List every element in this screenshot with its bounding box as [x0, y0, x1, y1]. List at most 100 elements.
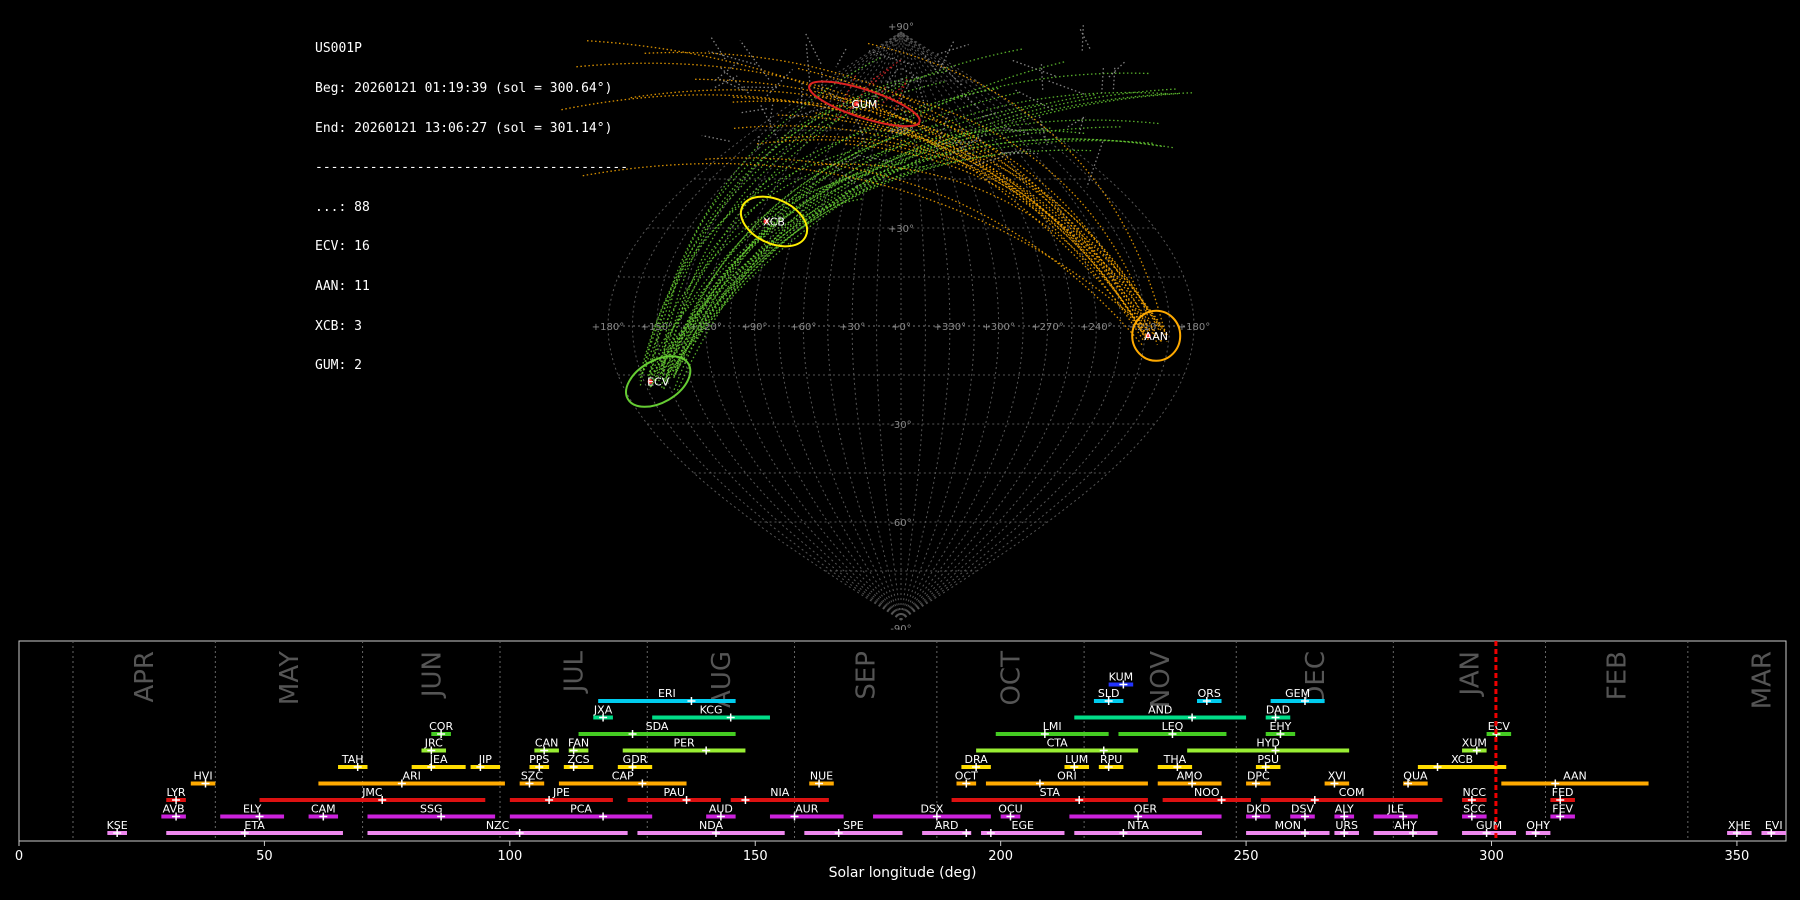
- shower-label-ncc: NCC: [1463, 786, 1487, 799]
- shower-timeline-chart: APR MAY JUN JUL AUG SEP OCT NOV DEC JAN FEB MARKUME…: [15, 640, 1787, 881]
- shower-label-ely: ELY: [243, 803, 262, 816]
- month-label: JUN: [417, 651, 447, 699]
- shower-label-fev: FEV: [1552, 803, 1573, 816]
- shower-label-sld: SLD: [1098, 687, 1120, 700]
- shower-label-ori: ORI: [1057, 770, 1077, 783]
- shower-label-xhe: XHE: [1728, 819, 1751, 832]
- month-label: MAY: [275, 651, 305, 705]
- x-tick-label: 150: [743, 849, 768, 864]
- x-tick-label: 0: [15, 849, 23, 864]
- shower-label-ohy: OHY: [1526, 819, 1550, 832]
- shower-label-noo: NOO: [1194, 786, 1220, 799]
- shower-label-eri: ERI: [658, 687, 676, 700]
- x-tick-label: 350: [1725, 849, 1750, 864]
- shower-label-ssg: SSG: [420, 803, 443, 816]
- shower-label-aur: AUR: [795, 803, 819, 816]
- count-gum: GUM: 2: [315, 358, 362, 374]
- shower-label-aan: AAN: [1563, 770, 1587, 783]
- shower-label-oer: OER: [1134, 803, 1158, 816]
- shower-label-jmc: JMC: [361, 786, 383, 799]
- shower-label-oct: OCT: [955, 770, 978, 783]
- shower-label-szc: SZC: [521, 770, 544, 783]
- shower-label-eta: ETA: [244, 819, 265, 832]
- shower-label-mon: MON: [1275, 819, 1301, 832]
- shower-label-com: COM: [1339, 786, 1365, 799]
- shower-label-sda: SDA: [646, 720, 669, 733]
- shower-label-jpe: JPE: [552, 786, 570, 799]
- shower-label-psu: PSU: [1257, 753, 1279, 766]
- shower-label-sta: STA: [1040, 786, 1061, 799]
- shower-label-tha: THA: [1163, 753, 1187, 766]
- shower-label-nia: NIA: [770, 786, 789, 799]
- shower-label-per: PER: [673, 737, 695, 750]
- shower-label-fan: FAN: [568, 737, 589, 750]
- shower-label-ard: ARD: [935, 819, 959, 832]
- end-time: End: 20260121 13:06:27 (sol = 301.14°): [315, 120, 613, 136]
- shower-label-gum: GUM: [1476, 819, 1502, 832]
- shower-label-ehy: EHY: [1269, 720, 1291, 733]
- shower-label-ari: ARI: [402, 770, 420, 783]
- shower-label-hyd: HYD: [1256, 737, 1279, 750]
- shower-label-amo: AMO: [1177, 770, 1203, 783]
- shower-label-pau: PAU: [664, 786, 686, 799]
- month-label: APR: [130, 651, 160, 703]
- shower-label-ecv: ECV: [1488, 720, 1511, 733]
- shower-label-dsv: DSV: [1291, 803, 1314, 816]
- shower-label-lum: LUM: [1065, 753, 1088, 766]
- shower-label-rpu: RPU: [1100, 753, 1122, 766]
- shower-label-and: AND: [1148, 704, 1172, 717]
- shower-label-zcs: ZCS: [567, 753, 589, 766]
- shower-label-tah: TAH: [341, 753, 364, 766]
- shower-label-nzc: NZC: [486, 819, 510, 832]
- shower-label-jxa: JXA: [593, 704, 613, 717]
- shower-label-aud: AUD: [709, 803, 733, 816]
- shower-label-dra: DRA: [965, 753, 989, 766]
- shower-label-dsx: DSX: [920, 803, 943, 816]
- shower-label-urs: URS: [1335, 819, 1358, 832]
- month-label: JAN: [1455, 651, 1485, 697]
- count-ecv: ECV: 16: [315, 239, 370, 255]
- shower-label-dpc: DPC: [1247, 770, 1270, 783]
- count-sporadic: ...: 88: [315, 199, 370, 215]
- shower-label-lyr: LYR: [167, 786, 186, 799]
- shower-label-cor: COR: [429, 720, 453, 733]
- x-tick-label: 100: [497, 849, 522, 864]
- x-tick-label: 300: [1479, 849, 1504, 864]
- shower-label-nda: NDA: [699, 819, 724, 832]
- shower-label-xcb: XCB: [1451, 753, 1473, 766]
- shower-label-nue: NUE: [810, 770, 833, 783]
- shower-label-jip: JIP: [478, 753, 492, 766]
- month-label: MAR: [1747, 651, 1777, 709]
- shower-label-pca: PCA: [570, 803, 592, 816]
- x-tick-label: 50: [256, 849, 273, 864]
- shower-label-spe: SPE: [843, 819, 864, 832]
- month-label: SEP: [852, 651, 882, 700]
- shower-label-ors: ORS: [1198, 687, 1221, 700]
- shower-label-aly: ALY: [1335, 803, 1354, 816]
- shower-label-xum: XUM: [1462, 737, 1487, 750]
- shower-label-lmi: LMI: [1043, 720, 1062, 733]
- shower-label-cap: CAP: [612, 770, 634, 783]
- shower-label-scc: SCC: [1463, 803, 1486, 816]
- shower-label-evi: EVI: [1765, 819, 1783, 832]
- shower-label-ocu: OCU: [998, 803, 1022, 816]
- shower-label-kum: KUM: [1109, 671, 1133, 684]
- count-xcb: XCB: 3: [315, 318, 362, 334]
- month-label: FEB: [1603, 651, 1633, 700]
- month-label: JUL: [560, 650, 590, 694]
- shower-label-hvi: HVI: [194, 770, 213, 783]
- shower-label-dkd: DKD: [1246, 803, 1270, 816]
- shower-label-jrc: JRC: [424, 737, 443, 750]
- month-label: OCT: [996, 651, 1026, 706]
- shower-label-gdr: GDR: [623, 753, 648, 766]
- stats-divider: ----------------------------------------: [315, 160, 629, 176]
- shower-label-cta: CTA: [1047, 737, 1069, 750]
- shower-label-dad: DAD: [1266, 704, 1290, 717]
- shower-label-jea: JEA: [429, 753, 448, 766]
- shower-label-jle: JLE: [1387, 803, 1404, 816]
- begin-time: Beg: 20260121 01:19:39 (sol = 300.64°): [315, 81, 613, 97]
- station-stats: US001P Beg: 20260121 01:19:39 (sol = 300…: [315, 16, 628, 386]
- x-axis-label: Solar longitude (deg): [829, 865, 977, 881]
- x-tick-label: 200: [988, 849, 1013, 864]
- shower-label-gem: GEM: [1285, 687, 1310, 700]
